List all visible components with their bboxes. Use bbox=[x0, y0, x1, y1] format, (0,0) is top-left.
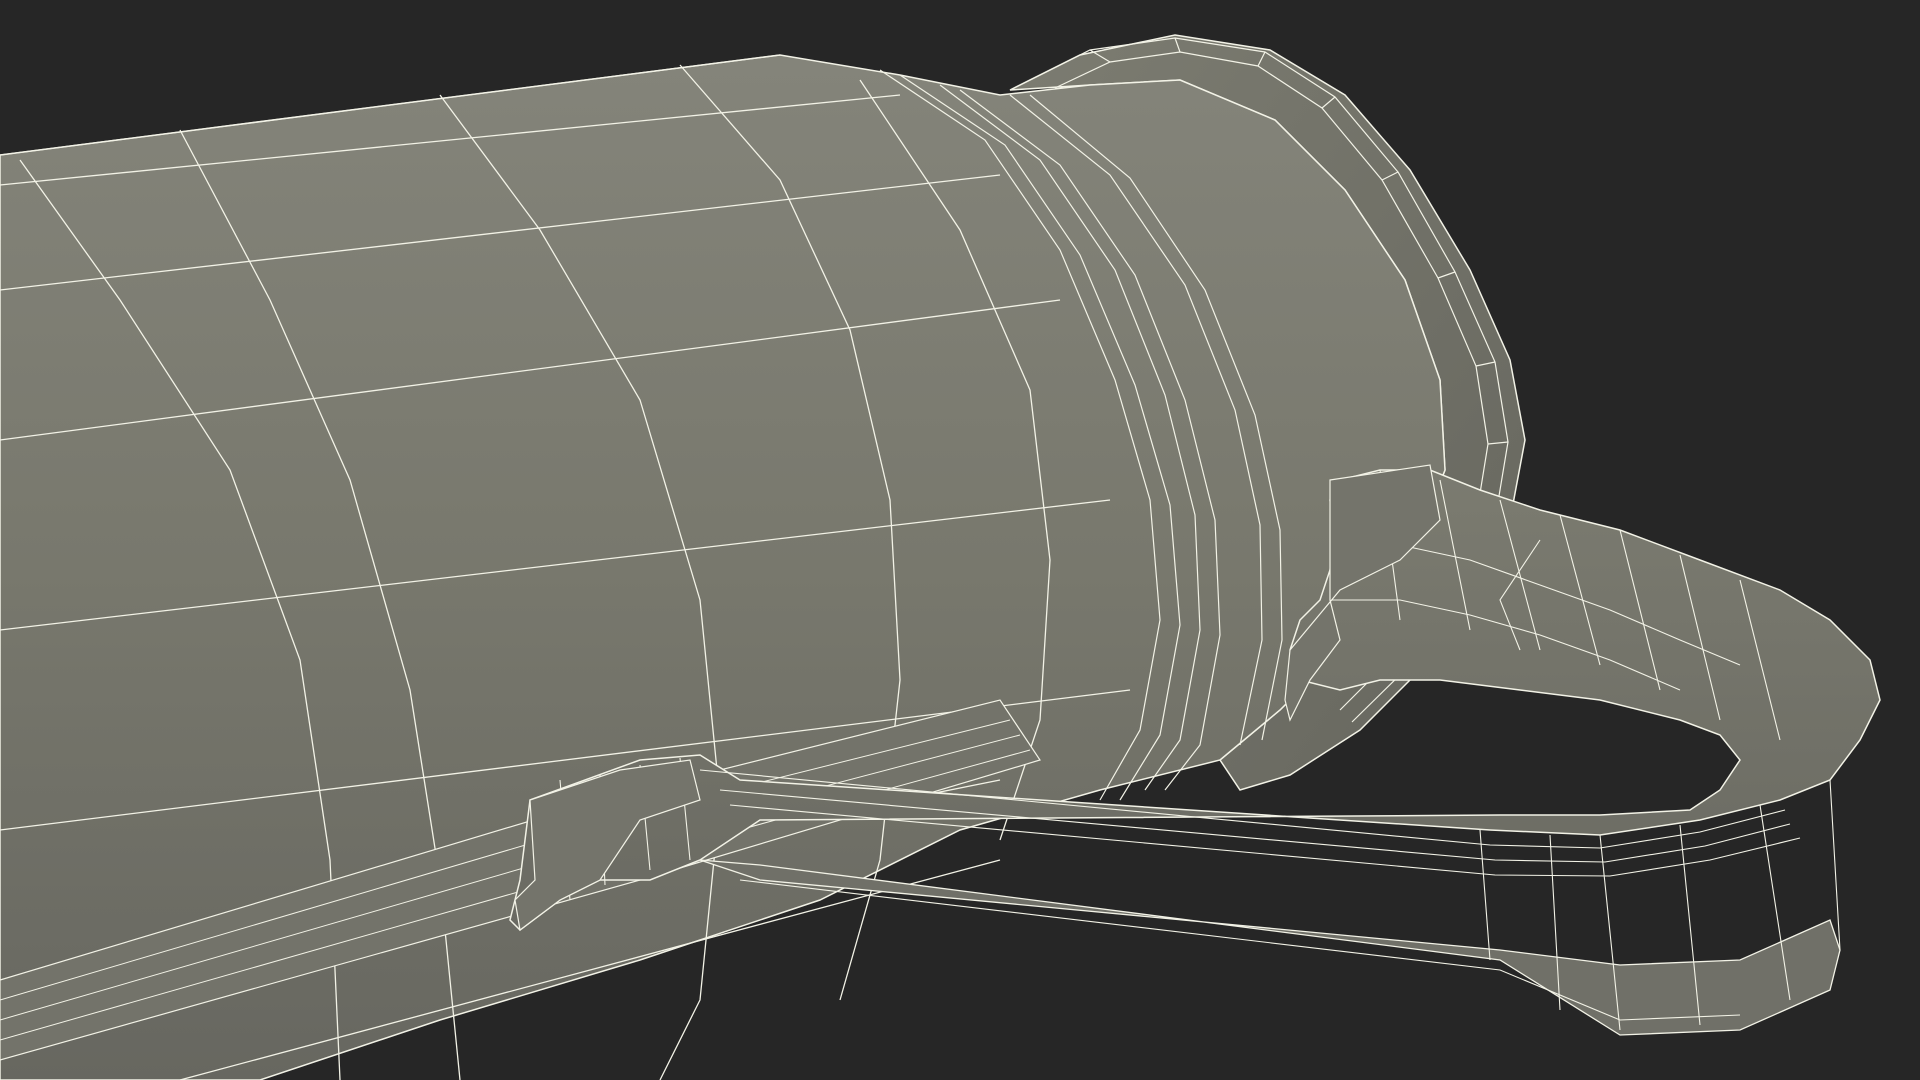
wireframe-render bbox=[0, 34, 1881, 1080]
render-viewport bbox=[0, 0, 1920, 1080]
handle-outer-band bbox=[699, 859, 1841, 1036]
